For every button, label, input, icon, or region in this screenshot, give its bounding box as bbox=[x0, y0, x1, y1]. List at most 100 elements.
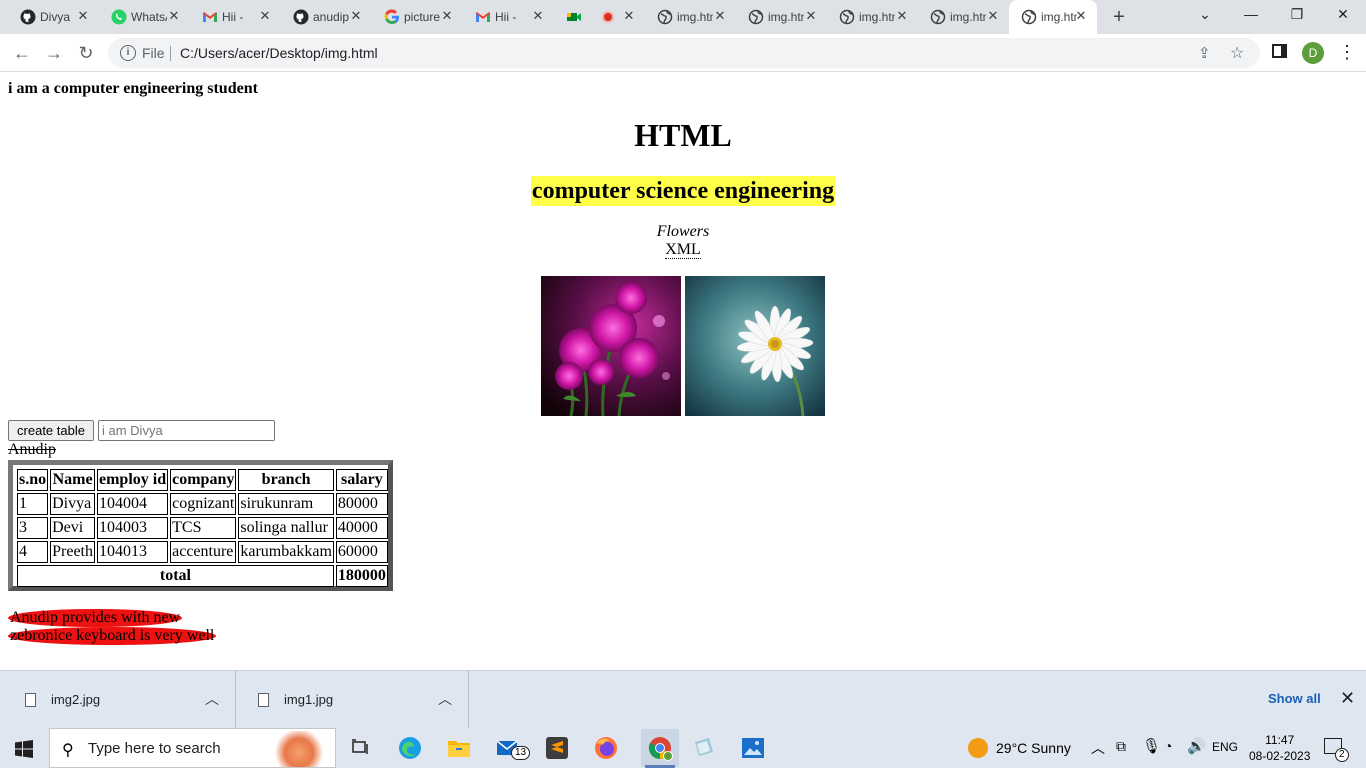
divider bbox=[170, 46, 171, 61]
close-icon[interactable]: ✕ bbox=[75, 8, 91, 24]
close-icon[interactable]: ✕ bbox=[894, 8, 910, 24]
close-icon[interactable]: ✕ bbox=[985, 8, 1001, 24]
white-daisy-image bbox=[685, 276, 825, 416]
menu-icon[interactable]: ⋮ bbox=[1338, 42, 1356, 62]
photos-icon[interactable] bbox=[739, 734, 767, 762]
tab-label: Divya bbox=[40, 10, 71, 24]
table-cell: 104004 bbox=[97, 493, 169, 515]
header-cell: s.no bbox=[17, 469, 49, 491]
table-cell: 4 bbox=[17, 541, 49, 563]
sun-icon bbox=[968, 738, 988, 758]
download-item[interactable]: img2.jpg ︿ bbox=[3, 671, 236, 729]
mail-icon[interactable]: 13 bbox=[495, 734, 531, 762]
xml-abbr: XML bbox=[665, 241, 701, 259]
language-indicator[interactable]: ENG bbox=[1212, 740, 1238, 754]
create-table-button[interactable]: create table bbox=[8, 420, 94, 441]
info-icon[interactable]: i bbox=[120, 45, 136, 61]
tab-anudip[interactable]: anudip ✕ bbox=[281, 0, 372, 34]
tab-gmail-1[interactable]: Hii - ✕ bbox=[190, 0, 281, 34]
download-bar: img2.jpg ︿ img1.jpg ︿ Show all ✕ bbox=[0, 670, 1366, 729]
table-cell: TCS bbox=[170, 517, 237, 539]
meet-tray-icon[interactable]: ⧉ bbox=[1116, 738, 1126, 755]
table-cell: Devi bbox=[50, 517, 95, 539]
sublime-text-icon[interactable] bbox=[543, 734, 571, 762]
wifi-icon[interactable]: ◔ bbox=[1164, 738, 1172, 754]
anudip-strikethrough-text: Anudip bbox=[8, 441, 56, 458]
share-icon[interactable]: ⇪ bbox=[1198, 44, 1211, 62]
tab-google[interactable]: pictures ✕ bbox=[372, 0, 463, 34]
tab-img-active[interactable]: img.html ✕ bbox=[1009, 0, 1097, 34]
weather-widget[interactable]: 29°C Sunny bbox=[968, 738, 1071, 758]
firefox-icon[interactable] bbox=[592, 734, 620, 762]
windows-start-icon[interactable] bbox=[15, 740, 33, 758]
show-all-link[interactable]: Show all bbox=[1268, 691, 1321, 706]
minimize-button[interactable]: — bbox=[1236, 6, 1266, 26]
chrome-icon[interactable] bbox=[641, 729, 679, 767]
table-cell: 80000 bbox=[335, 493, 388, 515]
clock-date: 08-02-2023 bbox=[1249, 749, 1311, 763]
taskbar-search[interactable]: ⚲ Type here to search bbox=[49, 728, 336, 768]
total-label: total bbox=[17, 565, 334, 587]
tab-label: pictures bbox=[404, 10, 440, 24]
globe-icon bbox=[930, 9, 946, 25]
edge-icon[interactable] bbox=[396, 734, 424, 762]
url-text[interactable]: C:/Users/acer/Desktop/img.html bbox=[180, 45, 378, 61]
close-icon[interactable]: ✕ bbox=[348, 8, 364, 24]
new-tab-button[interactable]: + bbox=[1108, 6, 1130, 28]
volume-icon[interactable]: 🔊 bbox=[1187, 737, 1206, 755]
close-icon[interactable]: ✕ bbox=[1073, 8, 1089, 24]
tab-img-3[interactable]: img.html ✕ bbox=[827, 0, 918, 34]
back-icon[interactable]: ← bbox=[11, 42, 33, 64]
maximize-button[interactable]: ❐ bbox=[1282, 6, 1312, 26]
close-window-button[interactable]: ✕ bbox=[1328, 6, 1358, 26]
task-view-icon[interactable] bbox=[346, 734, 374, 762]
tab-label: Hii - bbox=[222, 10, 244, 24]
text-input[interactable]: i am Divya bbox=[98, 420, 275, 441]
close-icon[interactable]: ✕ bbox=[803, 8, 819, 24]
notepad-icon[interactable] bbox=[690, 734, 718, 762]
heading-html: HTML bbox=[634, 117, 732, 153]
whatsapp-icon bbox=[111, 9, 127, 25]
tab-search-icon[interactable]: ⌄ bbox=[1190, 6, 1220, 26]
tab-divya[interactable]: Divya ✕ bbox=[8, 0, 99, 34]
close-icon[interactable]: ✕ bbox=[1340, 688, 1355, 709]
tab-img-2[interactable]: img.html ✕ bbox=[736, 0, 827, 34]
close-icon[interactable]: ✕ bbox=[257, 8, 273, 24]
tab-gmail-2[interactable]: Hii - ✕ bbox=[463, 0, 554, 34]
tab-whatsapp[interactable]: WhatsApp ✕ bbox=[99, 0, 190, 34]
file-explorer-icon[interactable] bbox=[445, 734, 473, 762]
employee-table: s.no Name employ id company branch salar… bbox=[8, 460, 393, 591]
tab-label: WhatsApp bbox=[131, 10, 167, 24]
table-cell: 1 bbox=[17, 493, 49, 515]
close-icon[interactable]: ✕ bbox=[530, 8, 546, 24]
mail-badge: 13 bbox=[511, 746, 531, 760]
close-icon[interactable]: ✕ bbox=[439, 8, 455, 24]
close-icon[interactable]: ✕ bbox=[712, 8, 728, 24]
profile-badge-icon bbox=[663, 751, 673, 761]
reload-icon[interactable]: ↻ bbox=[75, 42, 97, 64]
gmail-icon bbox=[475, 9, 491, 25]
close-icon[interactable]: ✕ bbox=[621, 8, 637, 24]
marquee-text-2: zebronice keyboard is very well bbox=[8, 627, 217, 645]
chevron-up-icon[interactable]: ︿ bbox=[1091, 738, 1105, 758]
download-item[interactable]: img1.jpg ︿ bbox=[236, 671, 469, 729]
chevron-up-icon[interactable]: ︿ bbox=[438, 689, 452, 709]
tab-img-1[interactable]: img.html ✕ bbox=[645, 0, 736, 34]
address-bar[interactable]: i File C:/Users/acer/Desktop/img.html ⇪ … bbox=[108, 38, 1260, 68]
table-row: 1 Divya 104004 cognizant sirukunram 8000… bbox=[17, 493, 388, 515]
tab-img-4[interactable]: img.html ✕ bbox=[918, 0, 1009, 34]
side-panel-icon[interactable] bbox=[1272, 44, 1287, 58]
close-icon[interactable]: ✕ bbox=[166, 8, 182, 24]
profile-avatar[interactable]: D bbox=[1302, 42, 1324, 64]
table-cell: 104013 bbox=[97, 541, 169, 563]
tab-meet[interactable]: ✕ bbox=[554, 0, 645, 34]
github-icon bbox=[20, 9, 36, 25]
globe-icon bbox=[657, 9, 673, 25]
bookmark-star-icon[interactable]: ☆ bbox=[1230, 43, 1244, 63]
microphone-icon[interactable]: 🎙 bbox=[1142, 737, 1161, 755]
chevron-up-icon[interactable]: ︿ bbox=[205, 689, 219, 709]
table-cell: Divya bbox=[50, 493, 95, 515]
clock[interactable]: 11:47 08-02-2023 bbox=[1249, 732, 1310, 764]
forward-icon[interactable]: → bbox=[43, 42, 65, 64]
download-filename: img2.jpg bbox=[51, 692, 101, 707]
